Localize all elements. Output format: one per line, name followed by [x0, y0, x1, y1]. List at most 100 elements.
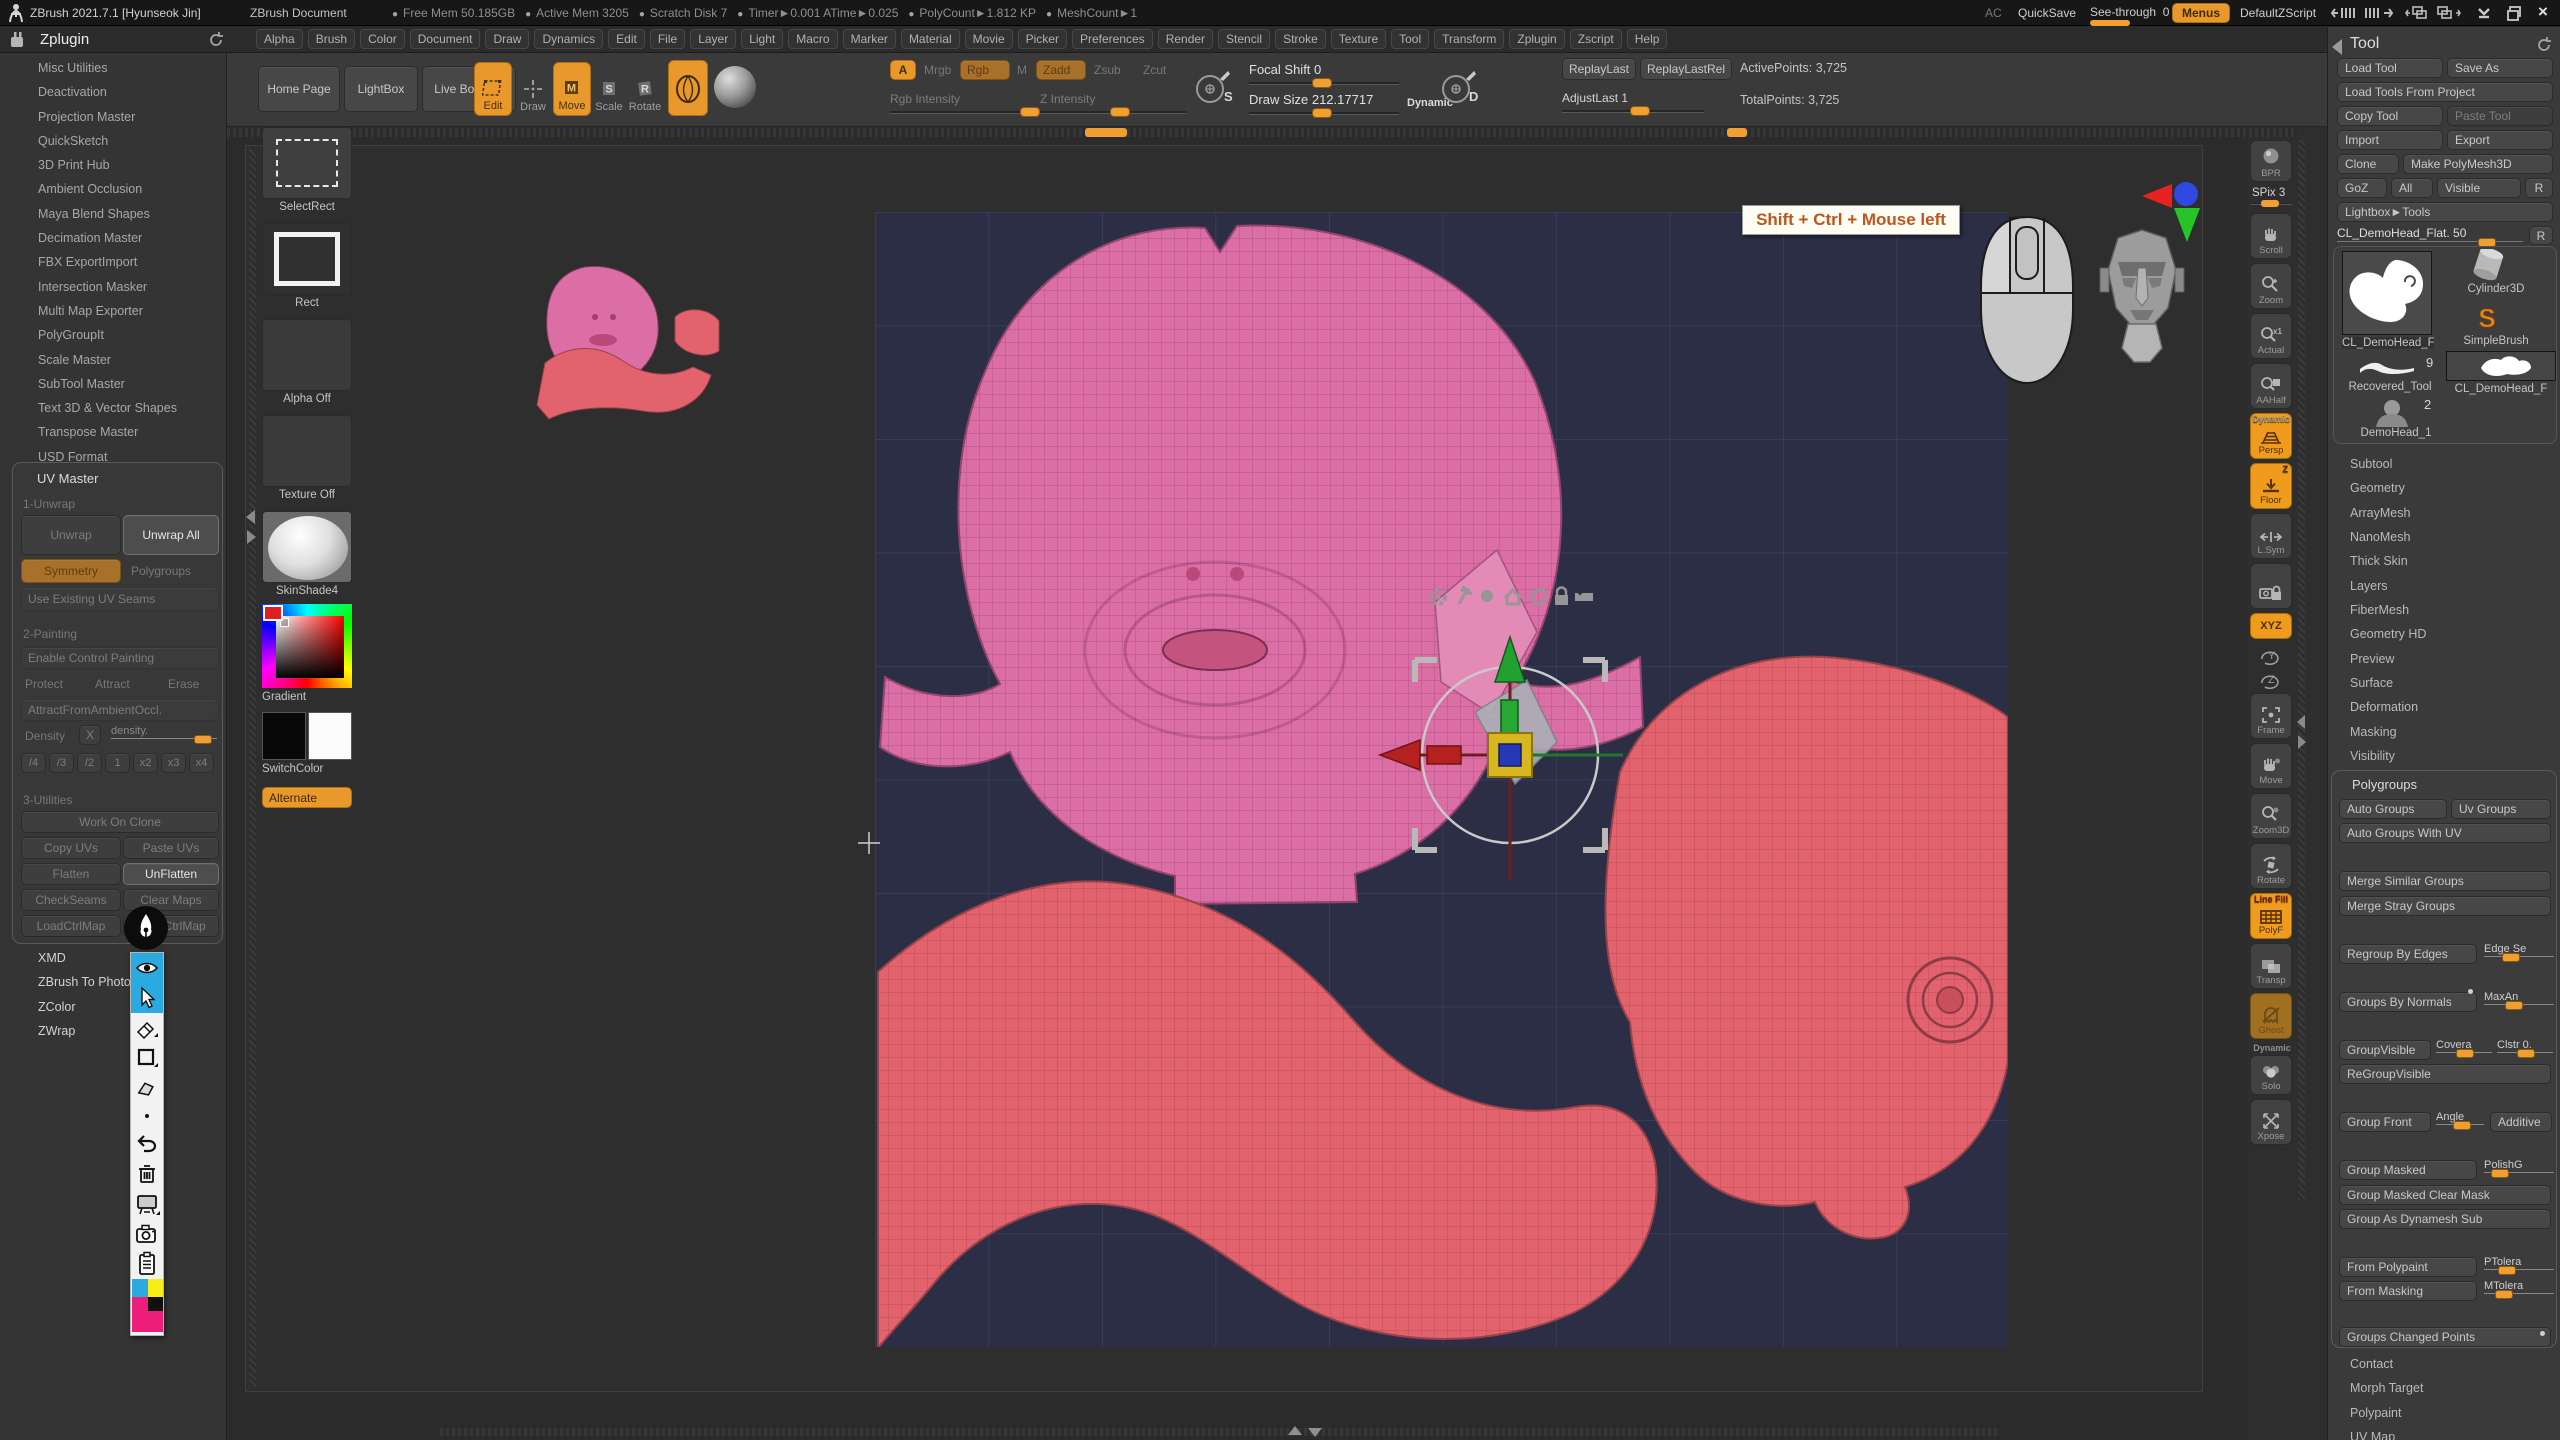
menu-item[interactable]: Dynamics: [534, 29, 603, 49]
mrgb-button[interactable]: Mrgb: [924, 63, 951, 77]
density-mult-button[interactable]: x4: [189, 753, 214, 773]
tray-right-icon[interactable]: [2364, 6, 2394, 20]
edge-smoothness-slider[interactable]: Edge Se: [2484, 943, 2554, 957]
group-as-dynamesh-sub-button[interactable]: Group As Dynamesh Sub: [2339, 1209, 2551, 1229]
menu-item[interactable]: Stroke: [1275, 29, 1326, 49]
menu-item[interactable]: Render: [1158, 29, 1213, 49]
angle-slider[interactable]: Angle: [2436, 1111, 2484, 1125]
axis-orientation-widget[interactable]: [2140, 180, 2214, 244]
scale-button[interactable]: S Scale: [593, 62, 625, 116]
density-mult-button[interactable]: 1: [105, 753, 130, 773]
goz-all-button[interactable]: All: [2391, 178, 2433, 198]
rotate-y-button[interactable]: Y: [2258, 645, 2284, 665]
copy-tool-button[interactable]: Copy Tool: [2337, 106, 2443, 126]
clone-head-thumbnail[interactable]: [2446, 351, 2556, 381]
stroke-thumbnail[interactable]: [262, 223, 352, 295]
rgb-intensity-slider[interactable]: Rgb Intensity: [890, 90, 1036, 114]
menu-item[interactable]: Brush: [308, 29, 355, 49]
polygroups-toggle[interactable]: Polygroups: [131, 564, 191, 578]
attract-from-ao-button[interactable]: AttractFromAmbientOccl.: [21, 699, 219, 721]
goz-button[interactable]: GoZ: [2337, 178, 2387, 198]
menu-item[interactable]: Light: [741, 29, 783, 49]
spix-slider-label[interactable]: SPix 3: [2252, 187, 2285, 199]
group-front-button[interactable]: Group Front: [2339, 1112, 2431, 1132]
right-divider[interactable]: [2298, 140, 2305, 1200]
tool-section-row[interactable]: Visibility: [2328, 744, 2560, 768]
symmetry-button[interactable]: Symmetry: [21, 559, 121, 583]
replay-last-button[interactable]: ReplayLast: [1562, 58, 1636, 80]
polyframe-button[interactable]: Line Fill PolyF: [2250, 893, 2292, 939]
actual-button[interactable]: x1 Actual: [2250, 313, 2292, 359]
bottom-divider-down-arrow[interactable]: [1308, 1428, 1322, 1437]
rotate-xyz-button[interactable]: XYZ: [2250, 613, 2292, 639]
active-tool-slider[interactable]: CL_DemoHead_Flat. 50: [2337, 226, 2523, 242]
menu-item[interactable]: Zplugin: [1509, 29, 1564, 49]
zplugin-item[interactable]: Text 3D & Vector Shapes: [0, 396, 227, 420]
material-thumbnail[interactable]: [262, 511, 352, 583]
density-mult-button[interactable]: x3: [161, 753, 186, 773]
panel-collapse-arrow[interactable]: [2332, 39, 2342, 55]
regroup-by-edges-button[interactable]: Regroup By Edges: [2339, 944, 2477, 964]
work-on-clone-button[interactable]: Work On Clone: [21, 811, 219, 833]
group-masked-button[interactable]: Group Masked: [2339, 1160, 2477, 1180]
material-sphere-icon[interactable]: [714, 66, 756, 108]
menu-item[interactable]: Color: [360, 29, 405, 49]
edit-button[interactable]: Edit: [474, 62, 512, 116]
cluster-slider[interactable]: Clstr 0.: [2497, 1039, 2553, 1053]
goz-r-button[interactable]: R: [2525, 178, 2553, 198]
save-as-button[interactable]: Save As: [2447, 58, 2553, 78]
menu-item[interactable]: Draw: [485, 29, 529, 49]
focal-shift-slider[interactable]: Focal Shift 0: [1249, 61, 1399, 85]
bpr-button[interactable]: BPR: [2250, 140, 2292, 182]
panel-refresh-icon[interactable]: [208, 32, 224, 48]
see-through-slider[interactable]: See-through 0: [2090, 5, 2169, 19]
zplugin-item[interactable]: Deactivation: [0, 80, 227, 104]
use-existing-uv-seams-button[interactable]: Use Existing UV Seams: [21, 587, 219, 611]
groups-by-normals-button[interactable]: Groups By Normals: [2339, 992, 2477, 1012]
tool-panel-title[interactable]: Tool: [2350, 35, 2379, 53]
protect-button[interactable]: Protect: [25, 677, 63, 691]
from-masking-button[interactable]: From Masking: [2339, 1281, 2477, 1301]
zadd-button[interactable]: Zadd: [1036, 60, 1086, 80]
lightbox-button[interactable]: LightBox: [344, 66, 418, 112]
goz-visible-button[interactable]: Visible: [2437, 178, 2521, 198]
menu-item[interactable]: Zscript: [1570, 29, 1622, 49]
unwrap-button[interactable]: Unwrap: [21, 515, 121, 555]
coverage-slider[interactable]: Covera: [2436, 1039, 2492, 1053]
transp-button[interactable]: Transp: [2250, 943, 2292, 989]
mtolerance-slider[interactable]: MTolera: [2484, 1280, 2554, 1294]
max-angle-slider[interactable]: MaxAn: [2484, 991, 2554, 1005]
zoom3d-button[interactable]: Zoom3D: [2250, 793, 2292, 839]
menus-button[interactable]: Menus: [2172, 3, 2230, 23]
current-tool-thumbnail[interactable]: [2342, 251, 2432, 335]
texture-thumbnail[interactable]: [262, 415, 352, 487]
menu-item[interactable]: Marker: [843, 29, 896, 49]
floor-button[interactable]: Z Floor: [2250, 463, 2292, 509]
document-minimap[interactable]: [525, 255, 735, 425]
export-button[interactable]: Export: [2447, 130, 2553, 150]
from-polypaint-button[interactable]: From Polypaint: [2339, 1257, 2477, 1277]
shelf-scrollbar[interactable]: [227, 128, 2297, 137]
lsym-button[interactable]: L.Sym: [2250, 513, 2292, 559]
tool-section-row[interactable]: FiberMesh: [2328, 598, 2560, 622]
alternate-button[interactable]: Alternate: [262, 787, 352, 808]
tool-section-row[interactable]: ArrayMesh: [2328, 501, 2560, 525]
z-intensity-slider[interactable]: Z Intensity: [1040, 90, 1186, 114]
zplugin-item[interactable]: FBX ExportImport: [0, 250, 227, 274]
menu-item[interactable]: Picker: [1018, 29, 1067, 49]
whiteboard-icon[interactable]: [131, 1189, 163, 1219]
zplugin-item[interactable]: Scale Master: [0, 348, 227, 372]
active-tool-r-button[interactable]: R: [2529, 226, 2553, 245]
menu-item[interactable]: Alpha: [256, 29, 303, 49]
dot-size-icon[interactable]: [131, 1103, 163, 1129]
draw-button[interactable]: Draw: [516, 62, 550, 116]
menu-item[interactable]: Tool: [1391, 29, 1429, 49]
zplugin-item[interactable]: PolyGroupIt: [0, 323, 227, 347]
loadctrlmap-button[interactable]: LoadCtrlMap: [21, 915, 121, 937]
paste-uvs-button[interactable]: Paste UVs: [123, 837, 219, 859]
visibility-eye-icon[interactable]: [131, 953, 163, 983]
marker-icon[interactable]: [131, 1073, 163, 1103]
polygroups-title[interactable]: Polygroups: [2352, 777, 2417, 792]
uv-groups-button[interactable]: Uv Groups: [2451, 799, 2551, 819]
color-picker[interactable]: [262, 604, 352, 688]
